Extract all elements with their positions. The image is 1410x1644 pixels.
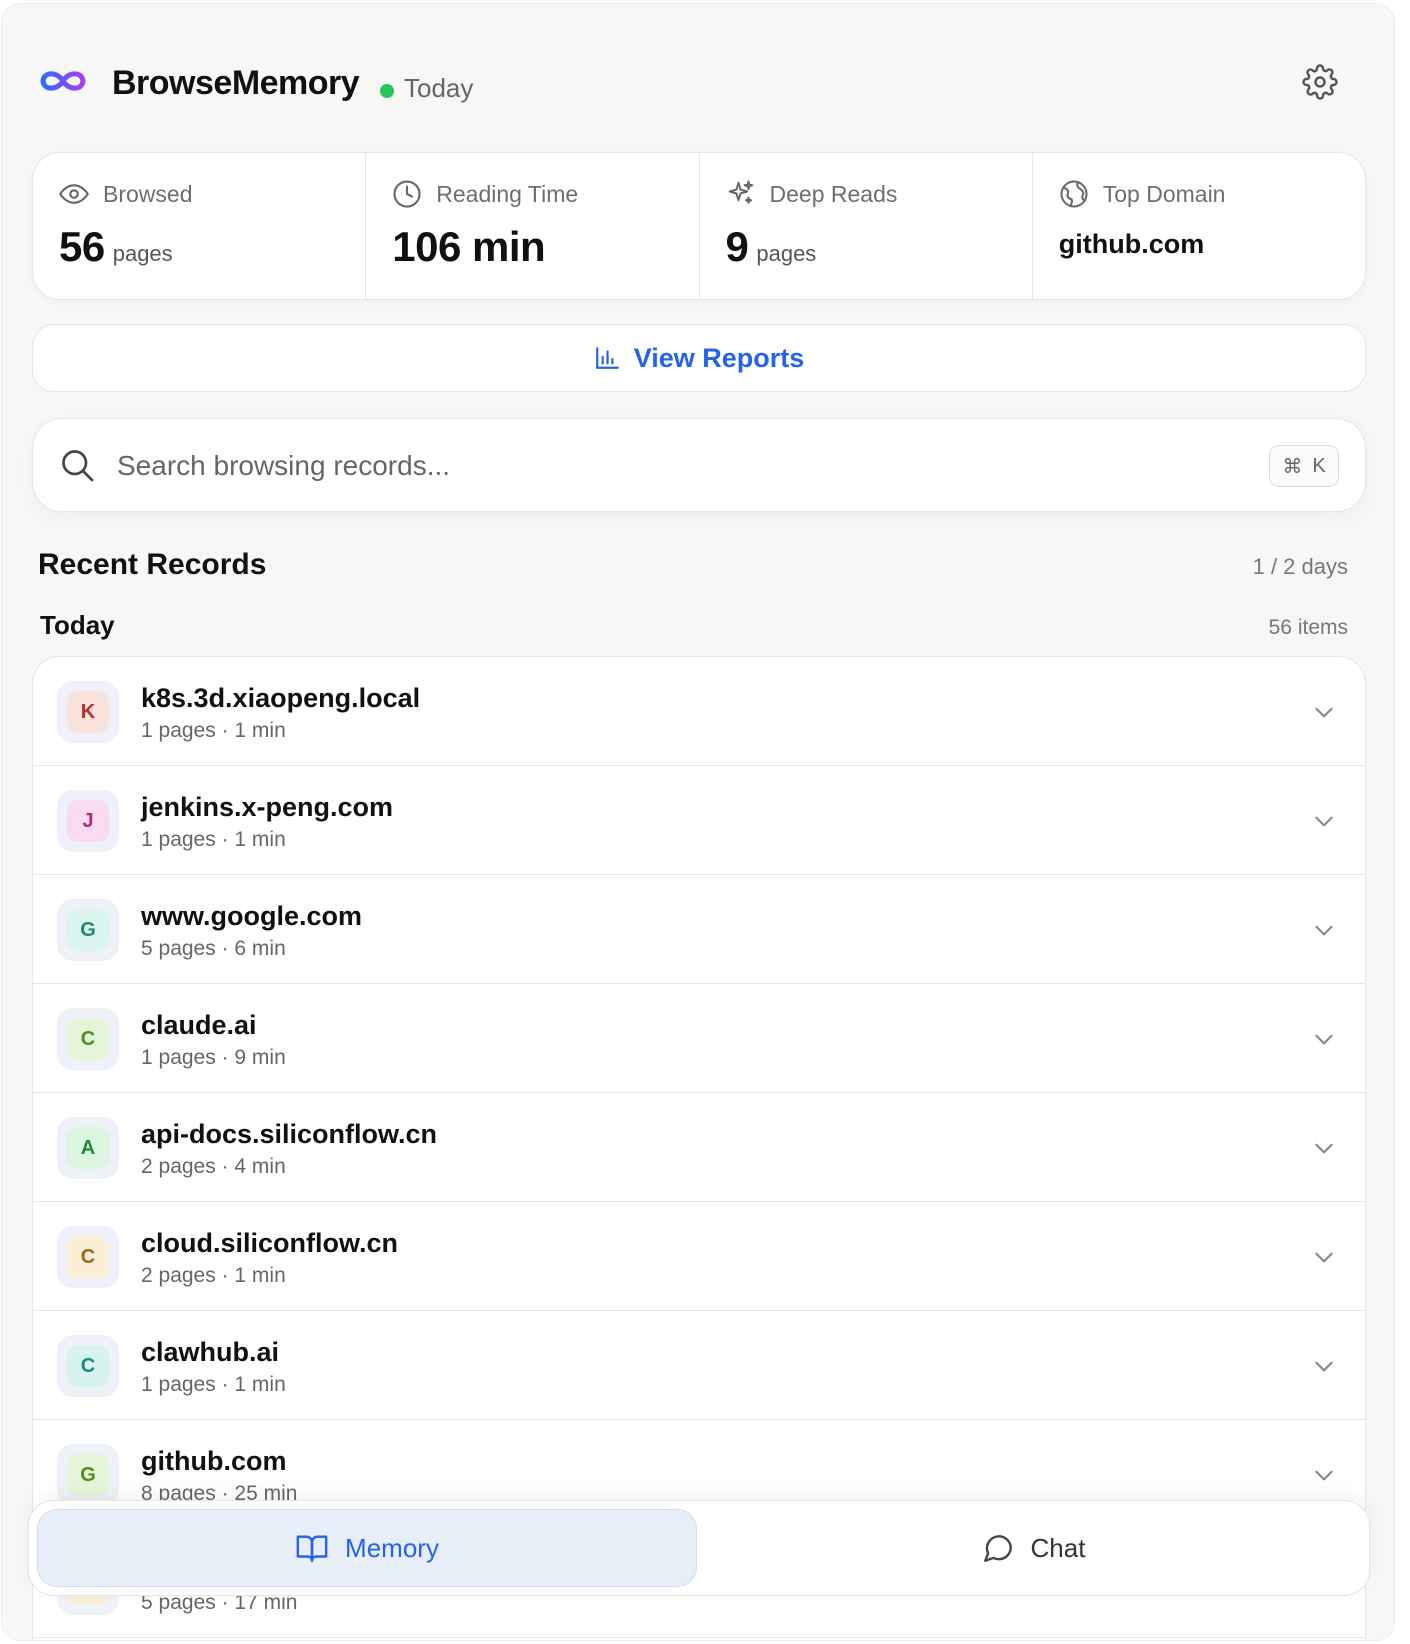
record-domain: clawhub.ai [141, 1337, 280, 1367]
stat-unit: pages [112, 241, 173, 266]
search-bar: ⌘ K [32, 418, 1366, 512]
stat-value: github.com [1058, 229, 1205, 259]
nav-memory-tab[interactable]: Memory [37, 1509, 697, 1587]
record-meta: 1 pages · 1 min [141, 828, 286, 851]
group-count: 56 items [1268, 616, 1348, 639]
app-title: BrowseMemory [112, 64, 360, 102]
chevron-down-icon[interactable] [1311, 1353, 1337, 1379]
group-title: Today [40, 610, 115, 640]
chevron-down-icon[interactable] [1311, 1462, 1337, 1488]
globe-icon [1060, 180, 1088, 208]
domain-avatar: K [57, 681, 119, 743]
avatar-letter: G [67, 1454, 109, 1496]
record-domain: claude.ai [141, 1010, 257, 1040]
eye-icon [59, 184, 89, 204]
app-panel: BrowseMemory Today Browsed 56 pages Read… [2, 4, 1394, 1640]
domain-avatar: C [57, 1335, 119, 1397]
stat-label: Browsed [103, 180, 193, 207]
header: BrowseMemory Today [38, 56, 1354, 116]
sparkle-icon [728, 180, 753, 204]
book-icon [296, 1535, 328, 1562]
record-row[interactable]: Cclawhub.ai 1 pages · 1 min [33, 1311, 1365, 1420]
stats-card: Browsed 56 pages Reading Time 106 min De… [32, 152, 1366, 300]
record-meta: 1 pages · 9 min [141, 1046, 286, 1069]
stat-label: Reading Time [436, 180, 579, 207]
chat-bubble-icon [983, 1535, 1012, 1562]
search-icon [62, 450, 94, 482]
record-domain: github.com [141, 1446, 287, 1476]
avatar-letter: C [67, 1018, 109, 1060]
record-domain: www.google.com [141, 901, 363, 931]
chevron-down-icon[interactable] [1311, 917, 1337, 943]
avatar-letter: C [67, 1345, 109, 1387]
domain-avatar: G [57, 1444, 119, 1506]
stat-top-domain: Top Domain github.com [1033, 153, 1365, 299]
record-row[interactable]: Ccloud.siliconflow.cn 2 pages · 1 min [33, 1202, 1365, 1311]
clock-icon [393, 180, 421, 208]
avatar-letter: A [67, 1127, 109, 1169]
status-text: Today [404, 73, 474, 103]
view-reports-label: View Reports [633, 342, 805, 373]
record-domain: api-docs.siliconflow.cn [141, 1119, 438, 1149]
record-row[interactable]: Gwww.google.com 5 pages · 6 min [33, 875, 1365, 984]
chevron-down-icon[interactable] [1311, 1135, 1337, 1161]
chevron-down-icon[interactable] [1311, 808, 1337, 834]
domain-avatar: A [57, 1117, 119, 1179]
search-input[interactable] [117, 439, 1197, 493]
days-pager: 1 / 2 days [1252, 554, 1348, 579]
bottom-nav: Memory Chat [28, 1500, 1370, 1596]
nav-memory-label: Memory [345, 1532, 439, 1563]
stat-value: 9 [725, 223, 749, 270]
recent-records-title: Recent Records [38, 548, 267, 581]
chevron-down-icon[interactable] [1311, 699, 1337, 725]
stat-label: Deep Reads [769, 180, 898, 207]
avatar-letter: C [67, 1236, 109, 1278]
avatar-letter: K [67, 691, 109, 733]
stat-label: Top Domain [1102, 180, 1226, 207]
infinity-logo-icon [40, 71, 86, 91]
nav-chat-label: Chat [1030, 1532, 1086, 1563]
record-row[interactable]: Jjenkins.x-peng.com 1 pages · 1 min [33, 766, 1365, 875]
stat-deep-reads: Deep Reads 9 pages [700, 153, 1033, 299]
stat-browsed: Browsed 56 pages [33, 153, 367, 299]
stat-unit: pages [756, 241, 817, 266]
domain-avatar: J [57, 790, 119, 852]
record-domain: jenkins.x-peng.com [141, 792, 394, 822]
stat-value: 106 min [392, 223, 546, 270]
settings-button[interactable] [1298, 60, 1342, 104]
bar-chart-icon [595, 347, 619, 369]
stat-value: 56 [59, 223, 105, 270]
domain-avatar: G [57, 899, 119, 961]
record-domain: cloud.siliconflow.cn [141, 1228, 399, 1258]
nav-chat-tab[interactable]: Chat [703, 1509, 1363, 1587]
domain-avatar: C [57, 1226, 119, 1288]
chevron-down-icon[interactable] [1311, 1244, 1337, 1270]
avatar-letter: J [67, 800, 109, 842]
stat-reading-time: Reading Time 106 min [366, 153, 700, 299]
record-meta: 2 pages · 1 min [141, 1264, 286, 1287]
records-list: Kk8s.3d.xiaopeng.local 1 pages · 1 min Jje… [32, 656, 1366, 1640]
record-meta: 1 pages · 1 min [141, 1373, 286, 1396]
record-meta: 1 pages · 1 min [141, 719, 286, 742]
command-key-icon: ⌘ [1282, 455, 1303, 478]
record-meta: 2 pages · 4 min [141, 1155, 286, 1178]
record-row[interactable]: Aapi-docs.siliconflow.cn 2 pages · 4 min [33, 1093, 1365, 1202]
record-meta: 5 pages · 6 min [141, 937, 286, 960]
shortcut-hint: ⌘ K [1269, 445, 1339, 487]
record-domain: k8s.3d.xiaopeng.local [141, 683, 421, 713]
shortcut-key: K [1312, 454, 1326, 477]
avatar-letter: G [67, 909, 109, 951]
status-dot [380, 84, 394, 98]
record-row[interactable]: Kk8s.3d.xiaopeng.local 1 pages · 1 min [33, 657, 1365, 766]
chevron-down-icon[interactable] [1311, 1026, 1337, 1052]
view-reports-button[interactable]: View Reports [32, 324, 1366, 392]
domain-avatar: C [57, 1008, 119, 1070]
record-row[interactable]: Cclaude.ai 1 pages · 9 min [33, 984, 1365, 1093]
gear-icon [1302, 64, 1338, 100]
